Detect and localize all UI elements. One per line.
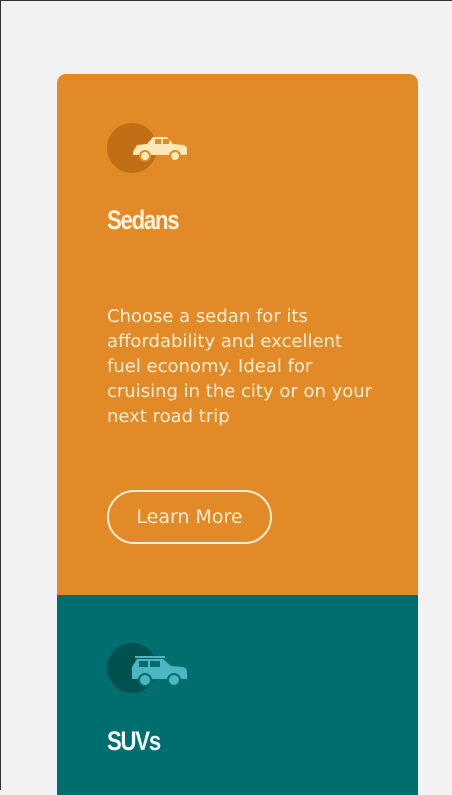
learn-more-button[interactable]: Learn More	[107, 490, 272, 544]
card-title: Sedans	[107, 205, 180, 235]
suv-icon	[132, 656, 187, 687]
suv-card	[57, 595, 418, 795]
sedan-icon-badge	[107, 123, 189, 175]
car-category-cards: Sedans Choose a sedan for its affordabil…	[57, 74, 418, 795]
sedan-card: Sedans Choose a sedan for its affordabil…	[57, 74, 418, 595]
sedan-icon	[133, 137, 187, 162]
suv-icon-badge	[107, 643, 189, 695]
card-title: SUVs	[107, 726, 161, 756]
card-description: Choose a sedan for its affordability and…	[107, 306, 373, 427]
